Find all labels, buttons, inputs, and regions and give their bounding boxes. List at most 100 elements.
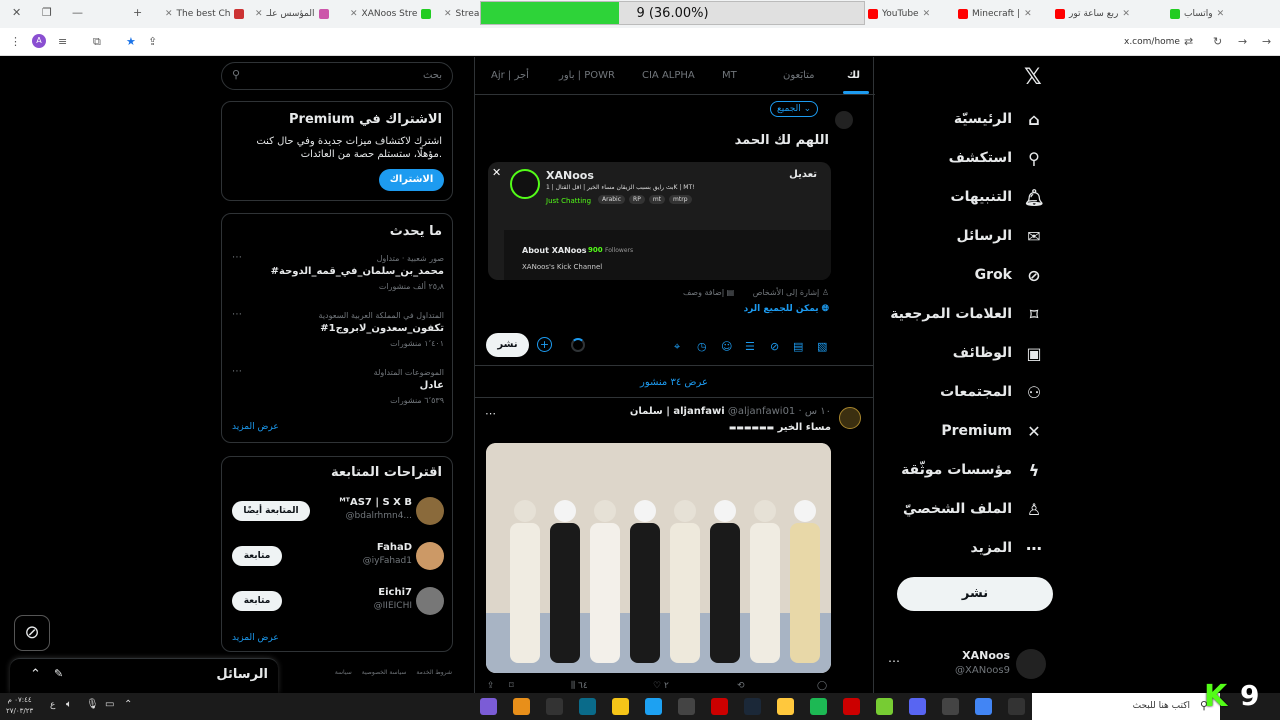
nav-item-bell[interactable]: التنبيهات 🔔︎ [951,182,1045,212]
timeline-tab[interactable]: MT [722,70,737,81]
taskbar-app-icon[interactable] [513,698,530,715]
new-message-icon[interactable]: ✎ [54,667,63,680]
audience-selector[interactable]: الجميع ⌄ [770,101,819,117]
taskbar-app-icon[interactable] [678,698,695,715]
browser-tab[interactable]: واتساب ✕ [1170,4,1224,24]
taskbar-app-icon[interactable] [975,698,992,715]
reply-icon[interactable]: ◯ [817,681,827,691]
nav-item-lightning[interactable]: مؤسسات موثّقة ϟ [901,455,1044,485]
taskbar-app-icon[interactable] [810,698,827,715]
taskbar-app-icon[interactable] [876,698,893,715]
trend-more-icon[interactable]: ⋯ [232,252,242,263]
add-thread-icon[interactable]: + [537,337,552,352]
tweet-avatar[interactable] [839,407,861,429]
back-icon[interactable]: → [1262,35,1271,48]
suggestion-handle[interactable]: @bdalrhmn4... [346,511,412,521]
trend-item[interactable]: الموضوعات المتداولة عادل ٦٬٥٣٩ منشورات ⋯ [222,366,454,418]
tab-close-icon[interactable]: ✕ [1024,9,1032,19]
show-posts-button[interactable]: عرض ٣٤ منشور [475,365,873,398]
timeline-tab[interactable]: CIA ALPHA [642,70,695,81]
footer-link[interactable]: شروط الخدمة [416,669,452,676]
browser-tab[interactable]: YouTube ✕ [868,4,930,24]
mic-icon[interactable]: 🎙︎ [86,699,99,710]
expand-icon[interactable]: ⌃ [30,667,41,682]
taskbar-app-icon[interactable] [843,698,860,715]
taskbar-app-icon[interactable] [1008,698,1025,715]
nav-item-people[interactable]: المجتمعات ⚇ [940,377,1044,407]
taskbar-app-icon[interactable] [744,698,761,715]
follow-button[interactable]: متابعة [232,546,282,566]
timeline-tab[interactable]: لك [847,70,860,81]
new-tab-icon[interactable]: + [133,6,142,19]
profile-avatar[interactable]: A [32,34,46,48]
follow-suggestion[interactable]: FahaD @iyFahad1 متابعة [222,540,454,580]
nav-item-mail[interactable]: الرسائل ✉ [956,221,1044,251]
compose-post-button[interactable]: نشر [486,333,529,357]
browser-tab[interactable]: ✕ المؤسس علـ [255,4,329,24]
suggestion-avatar[interactable] [416,587,444,615]
taskbar-search[interactable]: اكتب هنا للبحث ⚲ [1032,693,1220,720]
taskbar-app-icon[interactable] [579,698,596,715]
add-description-button[interactable]: إضافة وصف ▤ [683,288,734,297]
taskbar-app-icon[interactable] [645,698,662,715]
trend-item[interactable]: المتداول في المملكة العربية السعودية #تكف… [222,309,454,361]
location-icon[interactable]: ⌖ [674,340,680,354]
tweet-image[interactable] [486,443,831,673]
taskbar-app-icon[interactable] [777,698,794,715]
suggestion-avatar[interactable] [416,542,444,570]
trend-more-icon[interactable]: ⋯ [232,309,242,320]
account-more-icon[interactable]: ⋯ [888,654,900,668]
site-settings-icon[interactable]: ⇄ [1184,35,1193,48]
follow-suggestion[interactable]: ᴹᵀAS7 | S X B @bdalrhmn4... المتابعة أيضًا [222,495,454,535]
bookmark-star-icon[interactable]: ★ [126,35,136,48]
tab-close-icon[interactable]: ✕ [255,9,263,19]
like-icon[interactable]: ♡ ٢ [653,681,669,691]
share-icon[interactable]: ⇪ [487,681,495,691]
search-input[interactable]: بحث [423,70,442,81]
link-card[interactable]: ✕ XANoos بث رايق بسبب الزيقان مساء الخير… [488,162,831,280]
tab-close-icon[interactable]: ✕ [1217,9,1225,19]
poll-icon[interactable]: ☰ [745,340,755,353]
search-box[interactable]: ⚲ بحث [221,62,453,90]
tab-close-icon[interactable]: ✕ [350,9,358,19]
messages-drawer[interactable]: ⌃ ✎ الرسائل [10,658,278,693]
nav-item-search[interactable]: استكشف ⚲ [949,143,1044,173]
timeline-tab[interactable]: متابَعون [783,70,815,81]
emoji-icon[interactable]: ☺ [721,340,732,353]
timeline-tab[interactable]: باور | POWR [559,70,615,81]
browser-tab[interactable]: ✕ XANoos Stre [350,4,432,24]
follow-show-more[interactable]: عرض المزيد [232,633,279,643]
trend-item[interactable]: صور شعبية · متداول #محمد_بن_سلمان_في_قمه_… [222,252,454,304]
tray-chevron-icon[interactable]: ⌃ [124,699,132,710]
nav-item-x[interactable]: Premium ✕ [941,416,1044,446]
nav-item-grok[interactable]: Grok ⊘ [975,260,1044,290]
timeline-tab[interactable]: Ajr | أجر [491,70,529,81]
browser-tab[interactable]: Minecraft | ✕ [958,4,1032,24]
clock[interactable]: ٠٧:٤٤ م ٢٧/٠٣/٢٣ [6,695,33,717]
follow-button[interactable]: المتابعة أيضًا [232,501,310,521]
suggestion-avatar[interactable] [416,497,444,525]
tweet-time[interactable]: ١٠ س [805,406,831,417]
account-avatar[interactable] [1016,649,1046,679]
suggestion-name[interactable]: FahaD [377,542,412,553]
tag-people-button[interactable]: إشارة إلى الأشخاص ♙ [753,288,829,297]
extensions-icon[interactable]: ⧉ [93,35,101,49]
tab-close-icon[interactable]: ✕ [1122,9,1130,19]
footer-link[interactable]: سياسة [335,669,352,676]
nav-item-home[interactable]: الرئيسيّة ⌂ [954,104,1044,134]
compose-text[interactable]: اللهم لك الحمد [735,133,829,148]
views-icon[interactable]: ⫼ ٦٤ [571,681,588,691]
share-icon[interactable]: ⇪ [148,35,157,48]
trend-more-icon[interactable]: ⋯ [232,366,242,377]
reply-setting[interactable]: يمكن للجميع الرد 🌐︎ [744,304,829,314]
gif-icon[interactable]: ▤ [793,340,803,353]
forward-icon[interactable]: → [1238,35,1247,48]
trends-show-more[interactable]: عرض المزيد [232,422,279,432]
follow-button[interactable]: متابعة [232,591,282,611]
nav-item-briefcase[interactable]: الوظائف ▣ [953,338,1044,368]
taskbar-app-icon[interactable] [711,698,728,715]
playlist-icon[interactable]: ≡ [58,35,67,48]
edit-card-button[interactable]: تعديل [789,169,817,180]
tweet-author[interactable]: سلمان | aljanfawi [630,406,725,417]
x-logo-icon[interactable]: 𝕏 [1024,65,1042,90]
